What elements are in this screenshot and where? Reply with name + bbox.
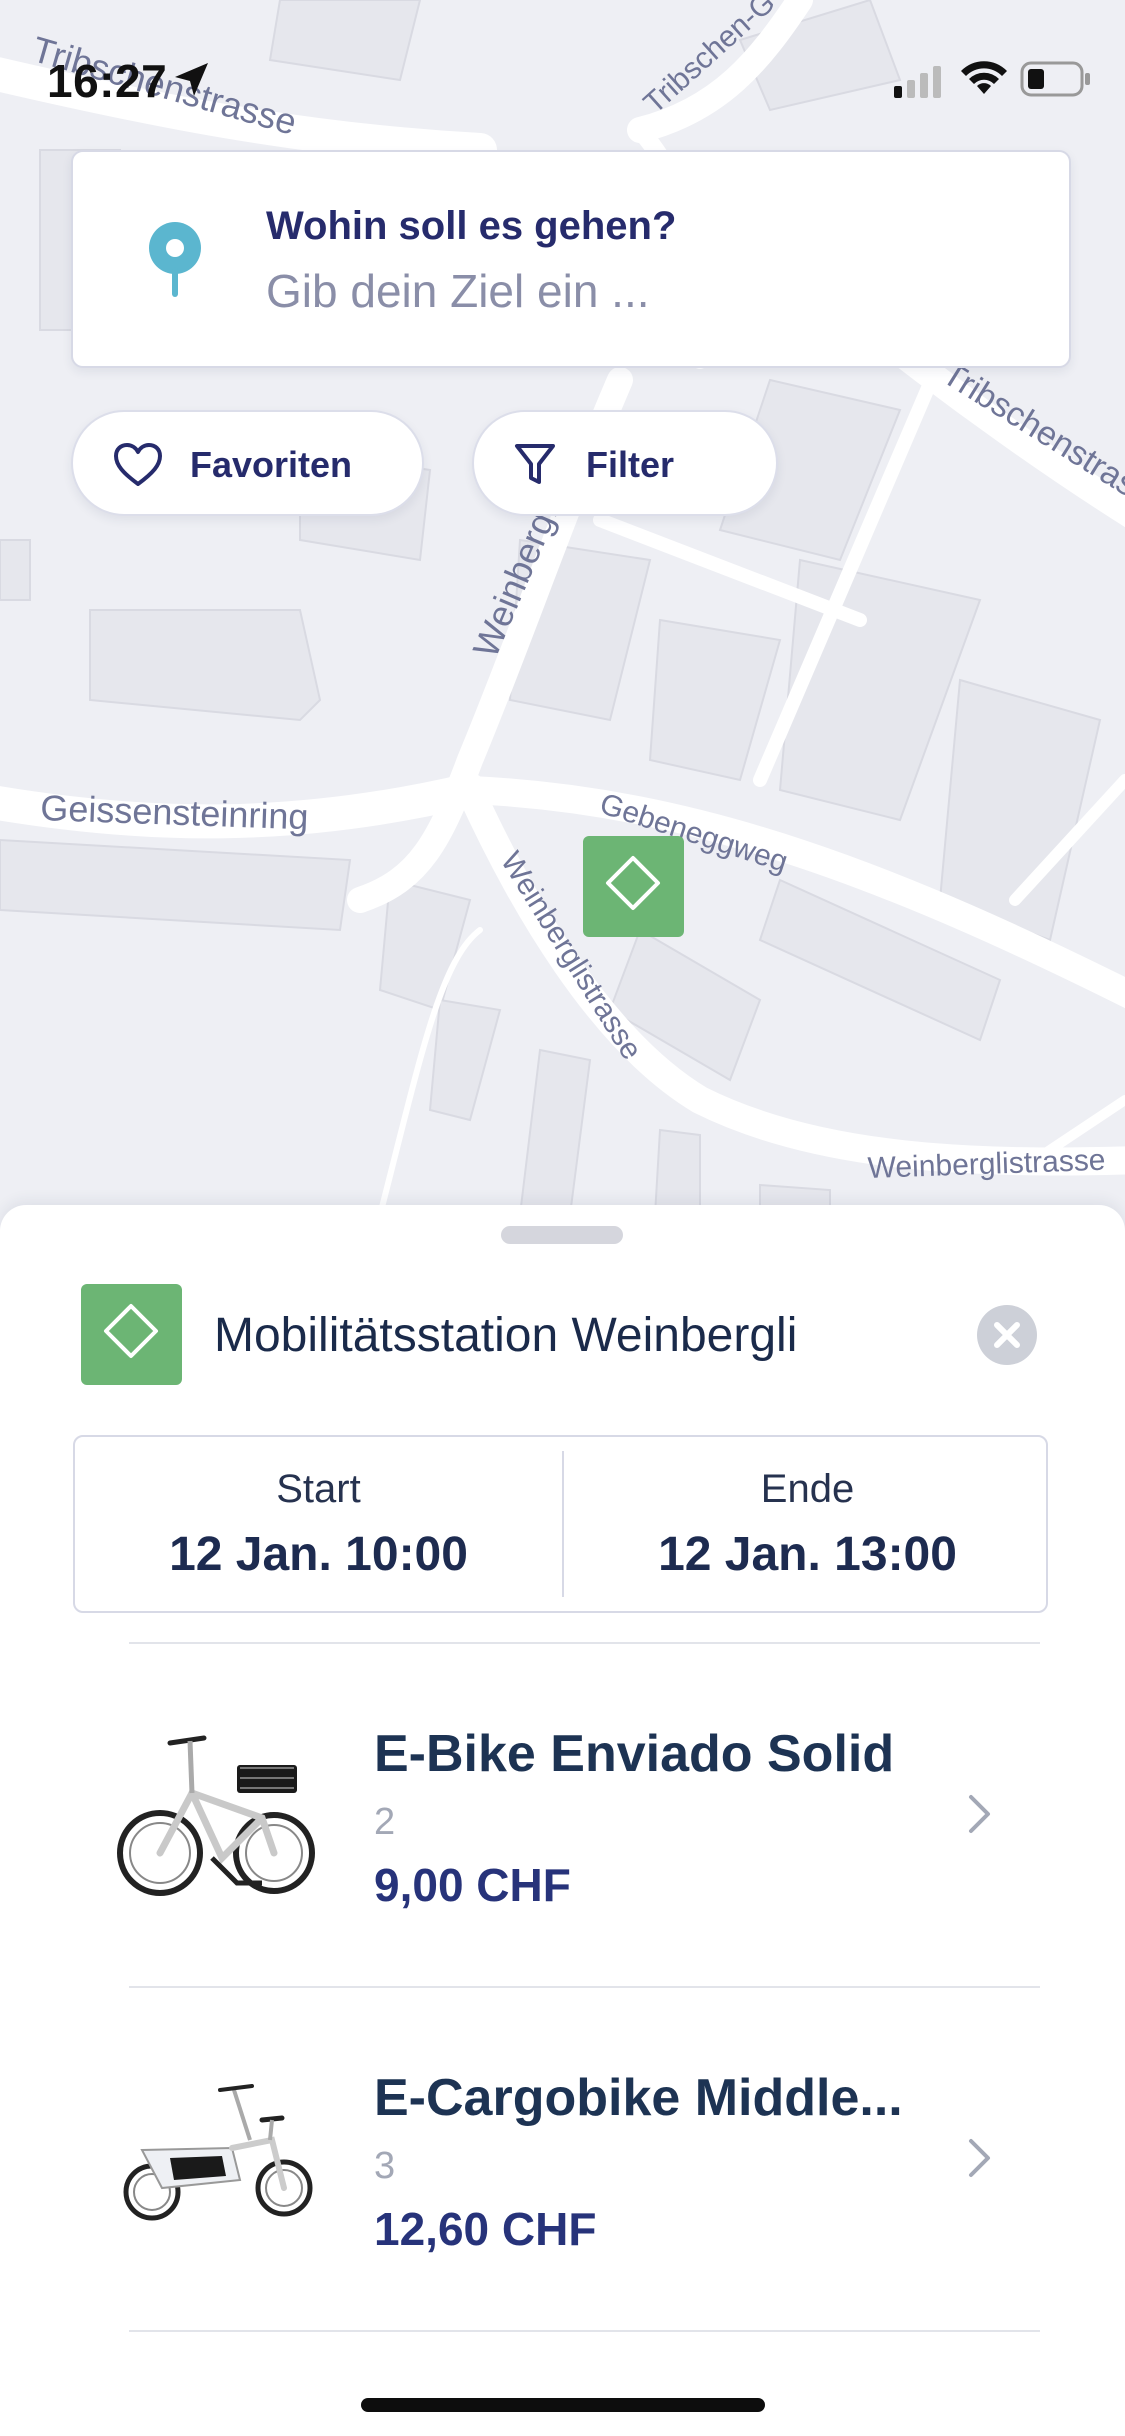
status-time: 16:27 <box>47 55 168 107</box>
end-value: 12 Jan. 13:00 <box>658 1528 957 1581</box>
sheet-grabber[interactable] <box>501 1226 623 1244</box>
close-button[interactable] <box>977 1305 1037 1365</box>
filter-label: Filter <box>586 444 675 485</box>
start-label: Start <box>276 1467 361 1511</box>
home-indicator <box>361 2398 765 2412</box>
vehicle-list-item[interactable]: E-Cargobike Middle... 3 12,60 CHF <box>0 1988 1125 2330</box>
search-title: Wohin soll es gehen? <box>266 204 677 248</box>
station-diamond-icon <box>606 856 660 910</box>
destination-search-card[interactable]: Wohin soll es gehen? Gib dein Ziel ein .… <box>71 150 1071 368</box>
start-time-field[interactable]: Start 12 Jan. 10:00 <box>75 1437 562 1611</box>
vehicle-price: 12,60 CHF <box>374 2203 597 2255</box>
station-icon <box>81 1284 182 1385</box>
vehicle-name: E-Bike Enviado Solid <box>374 1725 895 1783</box>
location-arrow-icon <box>175 63 208 96</box>
vehicle-list-item[interactable]: E-Bike Enviado Solid 2 9,00 CHF <box>0 1644 1125 1986</box>
battery-icon <box>1020 61 1090 97</box>
favorites-label: Favoriten <box>190 444 353 485</box>
vehicle-count: 3 <box>374 2145 396 2187</box>
destination-input[interactable]: Gib dein Ziel ein ... <box>266 264 650 318</box>
location-pin-icon <box>149 222 201 297</box>
heart-icon <box>114 443 162 486</box>
vehicle-name: E-Cargobike Middle... <box>374 2069 903 2127</box>
favorites-button[interactable]: Favoriten <box>71 410 424 516</box>
cellular-signal-icon <box>894 66 941 98</box>
e-bike-image <box>117 1735 315 1896</box>
status-bar: 16:27 <box>0 0 1125 160</box>
end-label: Ende <box>760 1467 855 1511</box>
chevron-right-icon <box>969 1795 990 1833</box>
vehicle-count: 2 <box>374 1801 396 1843</box>
wifi-icon <box>961 61 1007 94</box>
vehicle-price: 9,00 CHF <box>374 1859 571 1911</box>
start-value: 12 Jan. 10:00 <box>169 1528 468 1581</box>
station-diamond-icon <box>104 1304 158 1358</box>
station-bottom-sheet: Mobilitätsstation Weinbergli Start 12 Ja… <box>0 1205 1125 2436</box>
chevron-right-icon <box>969 2139 990 2177</box>
close-icon <box>994 1322 1020 1348</box>
divider <box>129 2330 1040 2332</box>
filter-funnel-icon <box>515 444 555 484</box>
end-time-field[interactable]: Ende 12 Jan. 13:00 <box>564 1437 1051 1611</box>
cargo-bike-image <box>123 2084 313 2221</box>
booking-time-selector[interactable]: Start 12 Jan. 10:00 Ende 12 Jan. 13:00 <box>73 1435 1048 1613</box>
filter-button[interactable]: Filter <box>472 410 778 516</box>
station-map-marker[interactable] <box>583 836 684 937</box>
station-title: Mobilitätsstation Weinbergli <box>214 1309 798 1362</box>
